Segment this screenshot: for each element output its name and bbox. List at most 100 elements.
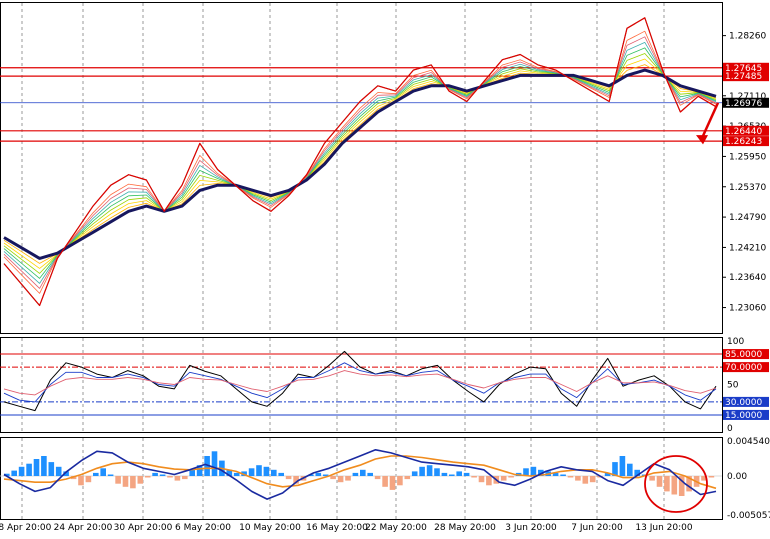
macd-histogram-bar [189,469,195,476]
macd-histogram-bar [137,476,144,484]
macd-histogram-bar [107,474,114,476]
macd-histogram-bar [434,468,440,476]
macd-histogram-bar [500,476,507,481]
chart-svg: 18 Apr 20:0024 Apr 20:0030 Apr 20:006 Ma… [0,2,770,533]
current-price-label: 1.26976 [725,99,762,109]
macd-histogram-bar [233,472,240,476]
macd-histogram-bar [337,476,344,483]
osc-level-label: 85.0000 [725,350,762,360]
macd-histogram-bar [130,476,136,489]
osc-series-line [3,370,717,396]
macd-histogram-bar [248,468,255,476]
macd-histogram-bar [263,466,270,477]
macd-histogram-bar [85,476,92,483]
level-tag-label: 1.26243 [725,137,762,147]
macd-histogram-bar [18,466,25,477]
macd-histogram-bar [11,470,17,476]
macd-histogram-bar [471,476,477,478]
pane-frame-macd [0,437,723,520]
macd-histogram-bar [404,476,411,480]
macd-histogram-bar [256,465,262,476]
macd-histogram-bar [55,466,62,477]
macd-tick-label: -0.0050573 [727,511,770,521]
macd-histogram-bar [589,476,596,483]
macd-histogram-bar [649,476,655,481]
x-tick-label: 18 Apr 20:00 [0,523,52,533]
x-tick-label: 28 May 20:00 [434,523,496,533]
macd-histogram-bar [174,476,181,481]
macd-histogram-bar [419,466,425,477]
macd-histogram-bar [582,476,589,484]
macd-histogram-bar [486,476,492,486]
price-tick-label: 1.23060 [729,304,766,314]
macd-histogram-bar [48,462,55,476]
price-tick-label: 1.24210 [729,243,766,253]
macd-histogram-bar [182,476,188,480]
zigzag-line [3,17,717,307]
macd-histogram-bar [619,456,626,476]
x-tick-label: 16 May 20:00 [306,523,368,533]
macd-histogram-bar [463,472,470,476]
x-tick-label: 6 May 20:00 [175,523,231,533]
osc-tick-label: 0 [727,424,733,434]
price-tick-label: 1.25950 [729,152,766,162]
macd-histogram-bar [426,465,433,476]
macd-histogram-bar [456,471,462,476]
macd-histogram-bar [315,472,322,476]
macd-histogram-bar [33,459,40,476]
macd-histogram-bar [389,476,396,490]
macd-histogram-bar [397,476,403,486]
macd-histogram-bar [159,474,166,476]
macd-histogram-bar [360,469,366,476]
macd-histogram-bar [211,451,218,476]
macd-histogram-bar [352,472,359,476]
macd-histogram-bar [152,472,158,476]
macd-histogram-bar [478,476,485,483]
macd-histogram-bar [664,476,670,492]
macd-histogram-bar [144,476,151,478]
x-tick-label: 22 May 20:00 [365,523,427,533]
ma-ribbon-line [3,42,717,284]
macd-histogram-bar [441,472,448,476]
macd-histogram-bar [285,476,292,480]
x-tick-label: 24 Apr 20:00 [54,523,113,533]
macd-histogram-bar [100,468,106,476]
projection-arrow-line [700,102,720,139]
macd-tick-label: 0.00 [727,472,747,482]
macd-histogram-bar [560,474,566,476]
pane-frame-price [0,2,723,334]
macd-histogram-bar [41,456,47,476]
macd-histogram-bar [345,476,351,481]
osc-level-label: 30.0000 [725,398,762,408]
ma-ribbon-line [3,30,717,294]
macd-histogram-bar [708,476,715,478]
macd-histogram-bar [367,472,373,476]
macd-histogram-bar [627,463,633,476]
moving-average-line [3,68,717,260]
chart-area: 18 Apr 20:0024 Apr 20:0030 Apr 20:006 Ma… [0,0,770,535]
macd-histogram-bar [567,476,574,478]
macd-histogram-bar [671,476,678,495]
macd-histogram-bar [93,472,99,476]
macd-histogram-bar [575,476,581,481]
macd-histogram-bar [508,476,514,478]
x-tick-label: 10 May 20:00 [239,523,301,533]
macd-histogram-bar [167,476,173,478]
macd-histogram-bar [278,472,284,476]
macd-histogram-bar [122,476,129,487]
projection-arrow-head [696,135,708,145]
macd-histogram-bar [411,471,418,476]
price-tick-label: 1.24790 [729,213,766,223]
x-tick-label: 3 Jun 20:00 [505,523,557,533]
osc-level-label: 15.0000 [725,411,762,421]
osc-tick-label: 100 [727,337,744,347]
x-tick-label: 13 Jun 20:00 [635,523,692,533]
price-tick-label: 1.23640 [729,273,766,283]
pane-frame-osc [0,337,723,433]
osc-series-line [3,362,717,403]
price-series-line [3,17,717,306]
osc-tick-label: 50 [727,381,739,391]
price-tick-label: 1.28260 [729,32,766,42]
macd-histogram-bar [26,463,32,476]
macd-histogram-bar [271,469,277,476]
